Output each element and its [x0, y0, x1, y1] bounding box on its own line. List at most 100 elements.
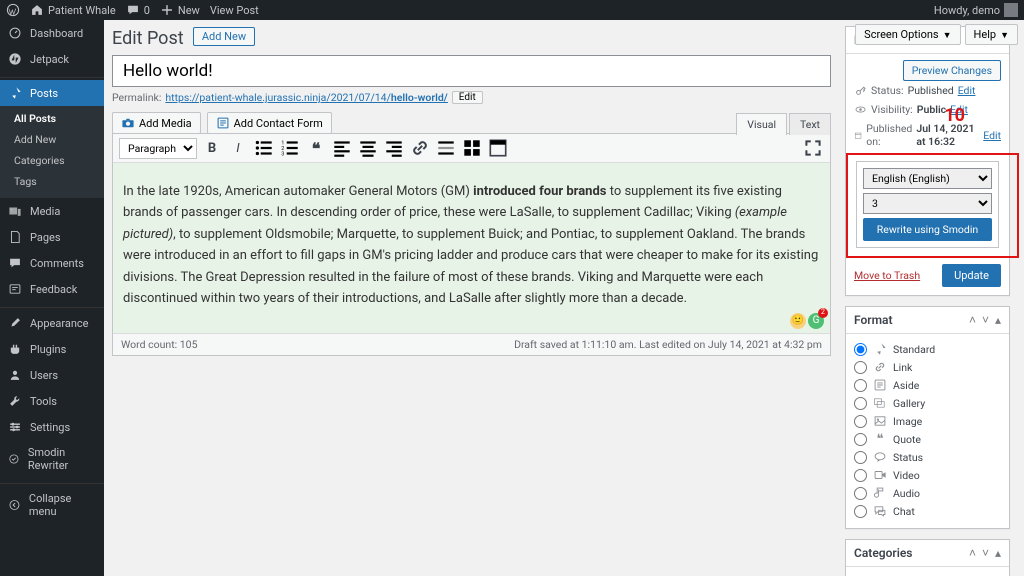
chevron-down-icon: ▼ — [1000, 31, 1009, 41]
link-button[interactable] — [409, 137, 431, 159]
new-link[interactable]: New — [160, 3, 200, 17]
align-center-button[interactable] — [357, 137, 379, 159]
tab-visual[interactable]: Visual — [736, 113, 787, 135]
audio-icon — [873, 486, 887, 500]
wp-logo[interactable] — [6, 3, 20, 17]
chevron-up-icon[interactable]: ˄ — [969, 313, 976, 327]
format-quote[interactable]: ❝Quote — [854, 430, 1001, 448]
chevron-down-icon[interactable]: ˅ — [982, 546, 989, 560]
permalink-label: Permalink: — [112, 91, 161, 104]
categories-box: Categories ˄˅▴ All Categories Most Used … — [845, 539, 1010, 576]
submenu-categories[interactable]: Categories — [0, 150, 104, 171]
post-title-input[interactable] — [112, 55, 831, 87]
site-name: Patient Whale — [48, 4, 116, 17]
format-aside[interactable]: Aside — [854, 376, 1001, 394]
format-chat[interactable]: Chat — [854, 502, 1001, 520]
editor-toolbar: Paragraph B I 123 ❝ — [113, 134, 830, 163]
schedule-edit-link[interactable]: Edit — [983, 129, 1001, 142]
sidebar-item-collapse[interactable]: Collapse menu — [0, 486, 104, 524]
feedback-icon — [8, 282, 22, 296]
add-contact-form-button[interactable]: Add Contact Form — [207, 112, 332, 134]
sidebar-item-posts[interactable]: Posts — [0, 80, 104, 106]
howdy-link[interactable]: Howdy, demo — [934, 3, 1018, 17]
sidebar-item-tools[interactable]: Tools — [0, 388, 104, 414]
editor-body[interactable]: In the late 1920s, American automaker Ge… — [113, 163, 830, 333]
smodin-strength-select[interactable]: 3 — [863, 193, 992, 214]
screen-options-button[interactable]: Screen Options▼ — [855, 24, 960, 45]
align-right-button[interactable] — [383, 137, 405, 159]
sidebar-item-dashboard[interactable]: Dashboard — [0, 20, 104, 46]
wordpress-icon — [6, 3, 20, 17]
format-link[interactable]: Link — [854, 358, 1001, 376]
sidebar-item-media[interactable]: Media — [0, 198, 104, 224]
format-audio[interactable]: Audio — [854, 484, 1001, 502]
submenu-all-posts[interactable]: All Posts — [0, 108, 104, 129]
chevron-up-icon[interactable]: ▴ — [995, 313, 1001, 327]
comments-link[interactable]: 0 — [126, 3, 150, 17]
move-to-trash-link[interactable]: Move to Trash — [854, 269, 920, 282]
video-icon — [873, 468, 887, 482]
numbered-list-button[interactable]: 123 — [279, 137, 301, 159]
bold-button[interactable]: B — [201, 137, 223, 159]
smodin-icon — [8, 452, 20, 466]
permalink-link[interactable]: https://patient-whale.jurassic.ninja/202… — [165, 91, 447, 104]
gallery-icon — [873, 396, 887, 410]
main-content: Screen Options▼ Help▼ Edit Post Add New … — [104, 20, 1024, 576]
form-icon — [216, 116, 230, 130]
site-name-link[interactable]: Patient Whale — [30, 3, 116, 17]
status-icon — [873, 450, 887, 464]
chevron-up-icon[interactable]: ˄ — [969, 546, 976, 560]
brush-icon — [8, 316, 22, 330]
smodin-language-select[interactable]: English (English) — [863, 168, 992, 189]
home-icon — [30, 3, 44, 17]
distraction-free-button[interactable] — [802, 137, 824, 159]
permalink-edit-button[interactable]: Edit — [452, 91, 483, 104]
view-post-link[interactable]: View Post — [210, 4, 259, 17]
update-button[interactable]: Update — [942, 264, 1001, 287]
submenu-tags[interactable]: Tags — [0, 171, 104, 192]
aside-icon — [873, 378, 887, 392]
add-new-button[interactable]: Add New — [193, 27, 255, 46]
align-left-button[interactable] — [331, 137, 353, 159]
format-gallery[interactable]: Gallery — [854, 394, 1001, 412]
format-status[interactable]: Status — [854, 448, 1001, 466]
sidebar-item-pages[interactable]: Pages — [0, 224, 104, 250]
preview-changes-button[interactable]: Preview Changes — [903, 60, 1001, 81]
word-count: Word count: 105 — [121, 338, 198, 351]
help-button[interactable]: Help▼ — [965, 24, 1018, 45]
chevron-down-icon: ▼ — [943, 31, 952, 41]
chevron-down-icon[interactable]: ˅ — [982, 313, 989, 327]
sidebar-item-feedback[interactable]: Feedback — [0, 276, 104, 302]
format-video[interactable]: Video — [854, 466, 1001, 484]
sidebar-item-users[interactable]: Users — [0, 362, 104, 388]
sidebar-item-appearance[interactable]: Appearance — [0, 310, 104, 336]
add-media-button[interactable]: Add Media — [112, 112, 201, 134]
sidebar-item-jetpack[interactable]: Jetpack — [0, 46, 104, 72]
sidebar-item-plugins[interactable]: Plugins — [0, 336, 104, 362]
blockquote-button[interactable]: ❝ — [305, 137, 327, 159]
more-button[interactable] — [435, 137, 457, 159]
format-standard[interactable]: Standard — [854, 340, 1001, 358]
admin-bar: Patient Whale 0 New View Post Howdy, dem… — [0, 0, 1024, 20]
jetpack-icon — [8, 52, 22, 66]
italic-button[interactable]: I — [227, 137, 249, 159]
bullet-list-button[interactable] — [253, 137, 275, 159]
sidebar-item-comments[interactable]: Comments — [0, 250, 104, 276]
format-select[interactable]: Paragraph — [119, 138, 197, 159]
comments-count: 0 — [144, 4, 150, 17]
calendar-icon — [854, 129, 862, 142]
svg-text:3: 3 — [281, 152, 284, 158]
toolbar-toggle-button[interactable] — [461, 137, 483, 159]
rewrite-smodin-button[interactable]: Rewrite using Smodin — [863, 218, 992, 241]
status-edit-link[interactable]: Edit — [958, 84, 976, 97]
fullscreen-button-2[interactable] — [487, 137, 509, 159]
chevron-up-icon[interactable]: ▴ — [995, 546, 1001, 560]
posts-submenu: All Posts Add New Categories Tags — [0, 106, 104, 198]
submenu-add-new[interactable]: Add New — [0, 129, 104, 150]
sidebar-item-smodin[interactable]: Smodin Rewriter — [0, 440, 104, 478]
image-icon — [873, 414, 887, 428]
format-box-title: Format — [854, 313, 892, 327]
tab-text[interactable]: Text — [789, 113, 831, 135]
sidebar-item-settings[interactable]: Settings — [0, 414, 104, 440]
format-image[interactable]: Image — [854, 412, 1001, 430]
